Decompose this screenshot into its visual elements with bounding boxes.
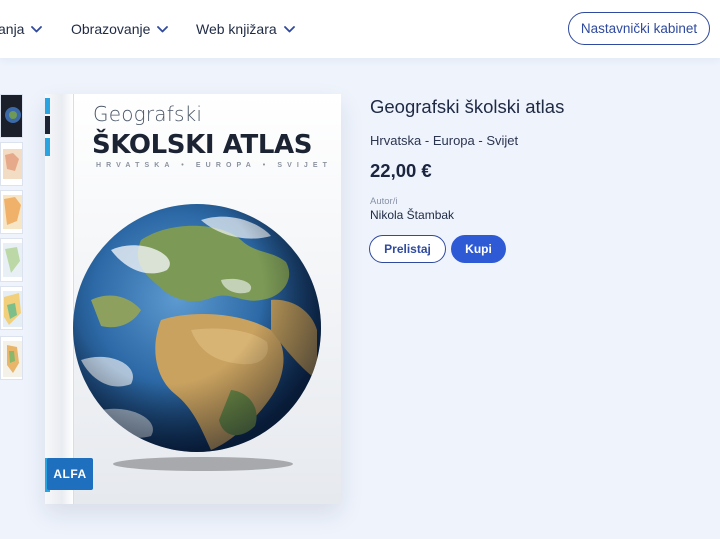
thumbnail[interactable]	[0, 286, 23, 330]
chevron-down-icon	[157, 25, 169, 32]
author-name: Nikola Štambak	[370, 208, 455, 222]
nav-item-label: Obrazovanje	[71, 21, 151, 37]
nav-item-truncated[interactable]: anja	[0, 0, 43, 58]
cover-title-big: ŠKOLSKI ATLAS	[92, 130, 313, 160]
thumbnail[interactable]	[0, 94, 23, 138]
publisher-logo: ALFA	[47, 458, 93, 490]
book-spine	[45, 94, 74, 504]
nav-item-label: anja	[0, 21, 25, 37]
chevron-down-icon	[283, 25, 295, 32]
earth-globe-illustration	[73, 204, 321, 471]
product-subtitle: Hrvatska - Europa - Svijet	[370, 133, 519, 148]
top-navigation: anja Obrazovanje Web knjižara Nastavničk…	[0, 0, 720, 58]
thumbnail[interactable]	[0, 142, 23, 186]
cover-subtitle: HRVATSKA • EUROPA • SVIJET	[96, 162, 333, 169]
book-cover-image[interactable]: Geografski ŠKOLSKI ATLAS HRVATSKA • EURO…	[45, 94, 341, 504]
cover-title-small: Geografski	[93, 102, 203, 126]
product-title: Geografski školski atlas	[370, 96, 565, 117]
teacher-cabinet-button[interactable]: Nastavnički kabinet	[568, 12, 710, 45]
nav-item-obrazovanje[interactable]: Obrazovanje	[71, 0, 169, 58]
nav-item-web-knjizara[interactable]: Web knjižara	[196, 0, 295, 58]
buy-button[interactable]: Kupi	[451, 235, 506, 263]
thumbnail[interactable]	[0, 238, 23, 282]
thumbnail[interactable]	[0, 190, 23, 234]
browse-button[interactable]: Prelistaj	[369, 235, 446, 263]
author-label: Autor/i	[370, 196, 398, 207]
chevron-down-icon	[31, 25, 43, 32]
nav-item-label: Web knjižara	[196, 21, 277, 37]
product-price: 22,00 €	[370, 160, 432, 181]
thumbnail[interactable]	[0, 336, 23, 380]
